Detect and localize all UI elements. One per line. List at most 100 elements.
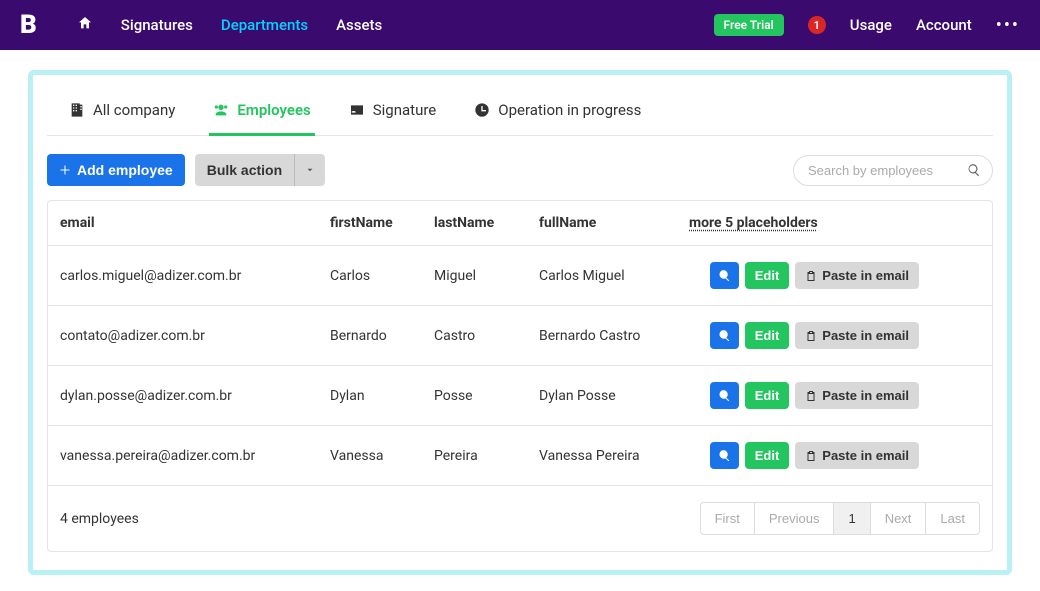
page-last[interactable]: Last xyxy=(926,503,979,534)
cell-email: contato@adizer.com.br xyxy=(60,328,330,344)
cell-firstname: Vanessa xyxy=(330,448,434,464)
nav-departments[interactable]: Departments xyxy=(221,16,308,34)
zoom-icon xyxy=(718,389,731,402)
paste-button[interactable]: Paste in email xyxy=(795,262,919,289)
row-actions: Edit Paste in email xyxy=(689,322,919,349)
id-card-icon xyxy=(349,102,365,118)
edit-button[interactable]: Edit xyxy=(745,262,790,289)
users-icon xyxy=(213,102,229,118)
cell-email: carlos.miguel@adizer.com.br xyxy=(60,268,330,284)
cell-lastname: Castro xyxy=(434,328,539,344)
view-button[interactable] xyxy=(710,382,739,409)
tab-employees[interactable]: Employees xyxy=(209,93,314,136)
button-label: Paste in email xyxy=(822,448,909,463)
caret-down-icon xyxy=(305,165,315,175)
more-menu-icon[interactable]: ••• xyxy=(996,15,1020,36)
cell-firstname: Bernardo xyxy=(330,328,434,344)
row-actions: Edit Paste in email xyxy=(689,382,919,409)
add-employee-button[interactable]: Add employee xyxy=(47,154,185,186)
clock-icon xyxy=(474,102,490,118)
nav-assets[interactable]: Assets xyxy=(336,16,382,34)
col-firstname: firstName xyxy=(330,215,434,231)
cell-fullname: Carlos Miguel xyxy=(539,268,689,284)
page-next[interactable]: Next xyxy=(871,503,927,534)
cell-firstname: Dylan xyxy=(330,388,434,404)
table-body: carlos.miguel@adizer.com.br Carlos Migue… xyxy=(48,246,992,486)
search-box xyxy=(793,155,993,186)
view-button[interactable] xyxy=(710,322,739,349)
paste-button[interactable]: Paste in email xyxy=(795,442,919,469)
zoom-icon xyxy=(718,269,731,282)
zoom-icon xyxy=(718,449,731,462)
cell-email: vanessa.pereira@adizer.com.br xyxy=(60,448,330,464)
tab-label: Signature xyxy=(373,101,437,119)
edit-button[interactable]: Edit xyxy=(745,382,790,409)
page-previous[interactable]: Previous xyxy=(755,503,835,534)
bulk-action-group: Bulk action xyxy=(195,154,325,186)
tab-all-company[interactable]: All company xyxy=(65,93,179,136)
top-navbar: B Signatures Departments Assets Free Tri… xyxy=(0,0,1040,50)
search-input[interactable] xyxy=(793,155,993,186)
zoom-icon xyxy=(718,329,731,342)
edit-button[interactable]: Edit xyxy=(745,322,790,349)
col-fullname: fullName xyxy=(539,215,689,231)
cell-fullname: Vanessa Pereira xyxy=(539,448,689,464)
notification-badge[interactable]: 1 xyxy=(808,16,826,34)
paste-icon xyxy=(805,270,817,282)
edit-button[interactable]: Edit xyxy=(745,442,790,469)
table-header: email firstName lastName fullName more 5… xyxy=(48,201,992,246)
employee-count: 4 employees xyxy=(60,511,139,527)
cell-fullname: Dylan Posse xyxy=(539,388,689,404)
actions-row: Add employee Bulk action xyxy=(47,154,993,186)
view-button[interactable] xyxy=(710,262,739,289)
free-trial-badge[interactable]: Free Trial xyxy=(714,14,784,36)
tab-label: Employees xyxy=(237,101,310,119)
button-label: Paste in email xyxy=(822,388,909,403)
view-button[interactable] xyxy=(710,442,739,469)
table-row: vanessa.pereira@adizer.com.br Vanessa Pe… xyxy=(48,426,992,486)
row-actions: Edit Paste in email xyxy=(689,262,919,289)
page-first[interactable]: First xyxy=(701,503,755,534)
home-icon xyxy=(77,15,93,31)
table-footer: 4 employees First Previous 1 Next Last xyxy=(48,486,992,551)
row-actions: Edit Paste in email xyxy=(689,442,919,469)
tab-label: All company xyxy=(93,101,175,119)
pagination: First Previous 1 Next Last xyxy=(700,502,980,535)
nav-signatures[interactable]: Signatures xyxy=(121,16,193,34)
paste-icon xyxy=(805,390,817,402)
table-row: dylan.posse@adizer.com.br Dylan Posse Dy… xyxy=(48,366,992,426)
employees-table: email firstName lastName fullName more 5… xyxy=(47,200,993,552)
logo[interactable]: B xyxy=(20,10,37,40)
paste-button[interactable]: Paste in email xyxy=(795,382,919,409)
nav-usage[interactable]: Usage xyxy=(850,16,892,34)
search-icon xyxy=(967,163,981,177)
button-label: Add employee xyxy=(77,162,173,178)
cell-lastname: Posse xyxy=(434,388,539,404)
cell-firstname: Carlos xyxy=(330,268,434,284)
paste-icon xyxy=(805,330,817,342)
table-row: contato@adizer.com.br Bernardo Castro Be… xyxy=(48,306,992,366)
cell-lastname: Miguel xyxy=(434,268,539,284)
nav-right: Free Trial 1 Usage Account ••• xyxy=(714,14,1020,36)
cell-email: dylan.posse@adizer.com.br xyxy=(60,388,330,404)
tab-bar: All company Employees Signature Operatio… xyxy=(47,89,993,136)
plus-icon xyxy=(59,164,71,176)
tab-label: Operation in progress xyxy=(498,101,641,119)
button-label: Paste in email xyxy=(822,268,909,283)
nav-home[interactable] xyxy=(77,15,93,35)
nav-account[interactable]: Account xyxy=(916,16,972,34)
col-more-placeholders[interactable]: more 5 placeholders xyxy=(689,215,980,231)
paste-icon xyxy=(805,450,817,462)
tab-signature[interactable]: Signature xyxy=(345,93,441,136)
bulk-action-button[interactable]: Bulk action xyxy=(195,154,294,186)
paste-button[interactable]: Paste in email xyxy=(795,322,919,349)
cell-fullname: Bernardo Castro xyxy=(539,328,689,344)
col-email: email xyxy=(60,215,330,231)
tab-operation[interactable]: Operation in progress xyxy=(470,93,645,136)
cell-lastname: Pereira xyxy=(434,448,539,464)
bulk-action-dropdown[interactable] xyxy=(294,154,325,186)
building-icon xyxy=(69,102,85,118)
nav-left: Signatures Departments Assets xyxy=(77,15,382,35)
button-label: Paste in email xyxy=(822,328,909,343)
page-current[interactable]: 1 xyxy=(834,503,870,534)
